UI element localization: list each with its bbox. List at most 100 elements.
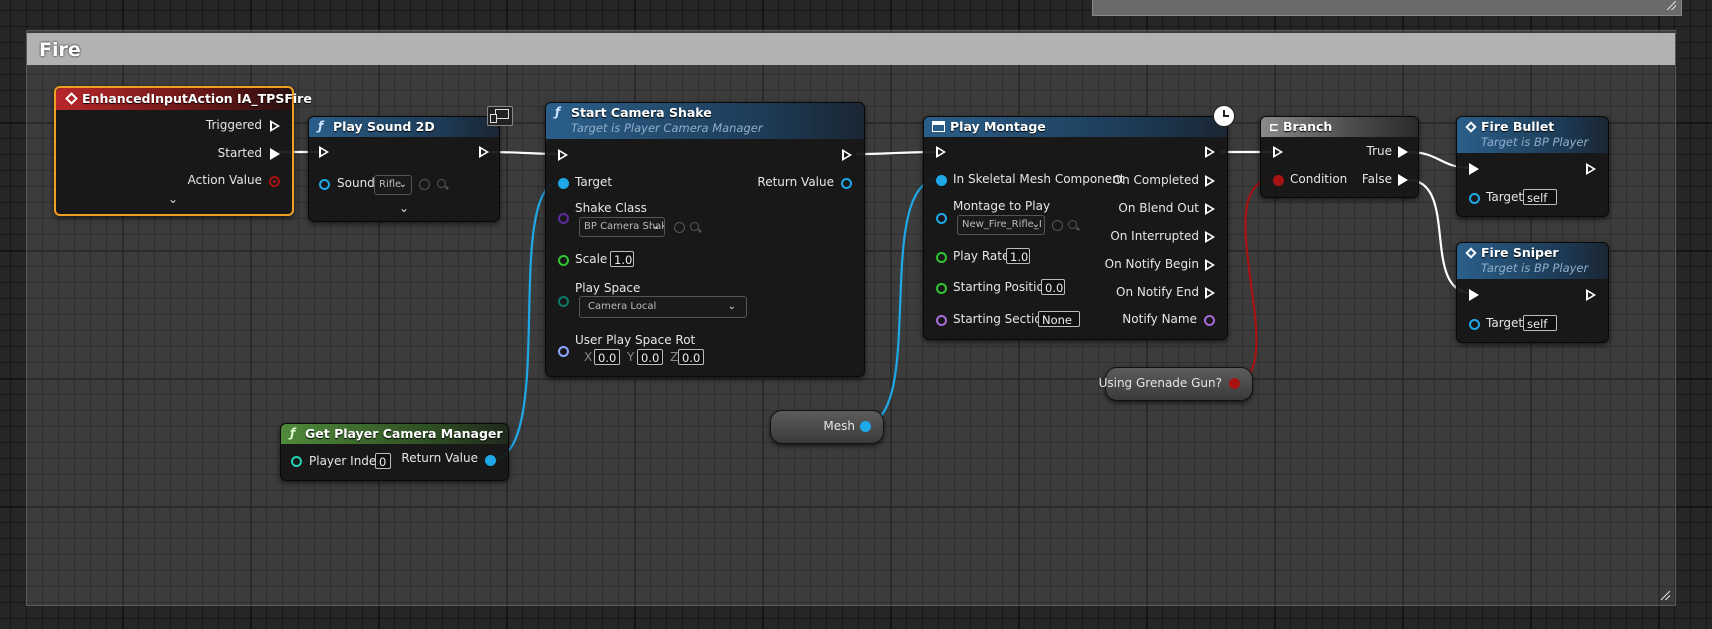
pin-label-action-value: Action Value <box>187 173 262 187</box>
object-pin-return-value[interactable] <box>841 178 852 189</box>
pin-label-scale: Scale <box>575 252 608 266</box>
comment-resize-handle[interactable] <box>1667 1 1677 11</box>
pin-label-target: Target <box>1486 190 1524 204</box>
bool-pin-action-value[interactable] <box>269 176 280 187</box>
float-pin-scale[interactable] <box>558 255 569 266</box>
chevron-down-icon[interactable]: ⌄ <box>399 201 409 215</box>
rot-z-input[interactable]: 0.0 <box>678 349 704 365</box>
play-rate-input[interactable]: 1.0 <box>1006 248 1030 264</box>
float-pin-starting-position[interactable] <box>936 283 947 294</box>
comment-box-partial[interactable] <box>1092 0 1682 16</box>
comment-resize-handle[interactable] <box>1661 591 1671 601</box>
object-pin-target[interactable] <box>558 178 569 189</box>
exec-pin-true[interactable] <box>1398 146 1408 158</box>
pin-label-montage: Montage to Play <box>953 199 1051 213</box>
use-asset-icon[interactable] <box>419 179 430 190</box>
pin-label-false: False <box>1361 172 1392 186</box>
exec-pin-out[interactable] <box>1586 163 1596 175</box>
pin-label-return-value: Return Value <box>401 451 478 465</box>
enum-pin-play-space[interactable] <box>558 296 569 307</box>
use-asset-icon[interactable] <box>1052 220 1063 231</box>
pin-label-return-value: Return Value <box>757 175 834 189</box>
scale-input[interactable]: 1.0 <box>610 251 634 267</box>
name-pin-starting-section[interactable] <box>936 315 947 326</box>
x-axis-label: X <box>584 350 593 364</box>
using-grenade-gun-variable-node[interactable]: Using Grenade Gun? <box>1099 367 1253 401</box>
object-pin-target[interactable] <box>1469 193 1480 204</box>
pin-label-shake-class: Shake Class <box>575 201 647 215</box>
bool-pin-using-grenade-gun[interactable] <box>1229 378 1240 389</box>
fire-bullet-node[interactable]: Fire Bullet Target is BP Player Target s… <box>1456 116 1609 217</box>
client-server-icon <box>487 106 513 126</box>
name-pin-notify-name[interactable] <box>1204 315 1215 326</box>
pin-label-notify-name: Notify Name <box>1122 312 1197 326</box>
object-pin-montage[interactable] <box>936 213 947 224</box>
pin-label-skeletal-mesh: In Skeletal Mesh Component <box>953 172 1125 186</box>
mesh-variable-node[interactable]: Mesh <box>770 410 884 444</box>
browse-search-icon[interactable] <box>690 222 699 231</box>
object-pin-target[interactable] <box>1469 319 1480 330</box>
object-pin-mesh[interactable] <box>860 421 871 432</box>
exec-pin-in[interactable] <box>1469 289 1479 301</box>
exec-pin-on-blend-out[interactable] <box>1205 203 1215 215</box>
exec-pin-in[interactable] <box>319 146 329 158</box>
use-asset-icon[interactable] <box>674 222 685 233</box>
montage-node-icon <box>932 121 945 132</box>
pin-label-starting-section: Starting Section <box>953 312 1050 326</box>
object-pin-sound[interactable] <box>319 179 330 190</box>
pin-label-user-play-space-rot: User Play Space Rot <box>575 333 696 347</box>
play-montage-node[interactable]: Play Montage In Skeletal Mesh Component … <box>923 116 1228 340</box>
bool-pin-condition[interactable] <box>1273 175 1284 186</box>
exec-pin-out[interactable] <box>479 146 489 158</box>
exec-pin-on-completed[interactable] <box>1205 175 1215 187</box>
browse-search-icon[interactable] <box>1068 220 1077 229</box>
play-space-dropdown[interactable]: Camera Local ⌄ <box>579 296 747 318</box>
exec-pin-out[interactable] <box>1205 146 1215 158</box>
object-pin-skeletal-mesh[interactable] <box>936 175 947 186</box>
rotator-pin-user-play-space-rot[interactable] <box>558 346 569 357</box>
exec-pin-in[interactable] <box>936 146 946 158</box>
exec-pin-false[interactable] <box>1398 174 1408 186</box>
browse-search-icon[interactable] <box>437 179 446 188</box>
starting-position-input[interactable]: 0.0 <box>1041 279 1065 295</box>
exec-pin-in[interactable] <box>1469 163 1479 175</box>
exec-pin-in[interactable] <box>558 149 568 161</box>
exec-pin-triggered[interactable] <box>270 120 280 132</box>
exec-pin-started[interactable] <box>270 148 280 160</box>
play-sound-2d-node[interactable]: ƒ Play Sound 2D Sound Rifle ⌄ ⌄ <box>308 116 500 222</box>
montage-dropdown[interactable]: New_Fire_Rifle_I ⌄ <box>957 215 1045 235</box>
chevron-down-icon: ⌄ <box>727 301 736 312</box>
target-input[interactable]: self <box>1523 315 1557 331</box>
exec-pin-out[interactable] <box>842 149 852 161</box>
exec-pin-on-notify-end[interactable] <box>1205 287 1215 299</box>
pin-label-target: Target <box>575 175 613 189</box>
pin-label-triggered: Triggered <box>205 118 262 132</box>
object-pin-return-value[interactable] <box>485 455 496 466</box>
shake-class-dropdown[interactable]: BP Camera Shak ⌄ <box>579 217 665 237</box>
node-subtitle: Target is BP Player <box>1481 261 1589 275</box>
start-camera-shake-node[interactable]: ƒ Start Camera Shake Target is Player Ca… <box>545 102 865 377</box>
function-icon: ƒ <box>318 119 324 133</box>
int-pin-player-index[interactable] <box>291 456 302 467</box>
chevron-down-icon[interactable]: ⌄ <box>168 192 178 206</box>
exec-pin-out[interactable] <box>1586 289 1596 301</box>
sound-asset-dropdown[interactable]: Rifle ⌄ <box>374 175 412 195</box>
rot-x-input[interactable]: 0.0 <box>594 349 620 365</box>
comment-header[interactable]: Fire <box>27 33 1675 65</box>
starting-section-input[interactable]: None <box>1038 311 1080 327</box>
class-pin-shake-class[interactable] <box>558 213 569 224</box>
exec-pin-on-notify-begin[interactable] <box>1205 259 1215 271</box>
get-player-camera-manager-node[interactable]: ƒ Get Player Camera Manager Player Index… <box>280 423 509 481</box>
target-input[interactable]: self <box>1523 189 1557 205</box>
exec-pin-on-interrupted[interactable] <box>1205 231 1215 243</box>
latent-clock-icon <box>1213 105 1235 127</box>
player-index-input[interactable]: 0 <box>375 453 391 469</box>
rot-y-input[interactable]: 0.0 <box>637 349 663 365</box>
chevron-down-icon: ⌄ <box>398 179 407 190</box>
exec-pin-in[interactable] <box>1273 146 1283 158</box>
branch-node[interactable]: ⊏ Branch True Condition False <box>1260 116 1419 198</box>
float-pin-play-rate[interactable] <box>936 252 947 263</box>
input-action-node[interactable]: EnhancedInputAction IA_TPSFire Triggered… <box>54 86 312 216</box>
chevron-down-icon: ⌄ <box>1031 219 1040 230</box>
fire-sniper-node[interactable]: Fire Sniper Target is BP Player Target s… <box>1456 242 1609 343</box>
